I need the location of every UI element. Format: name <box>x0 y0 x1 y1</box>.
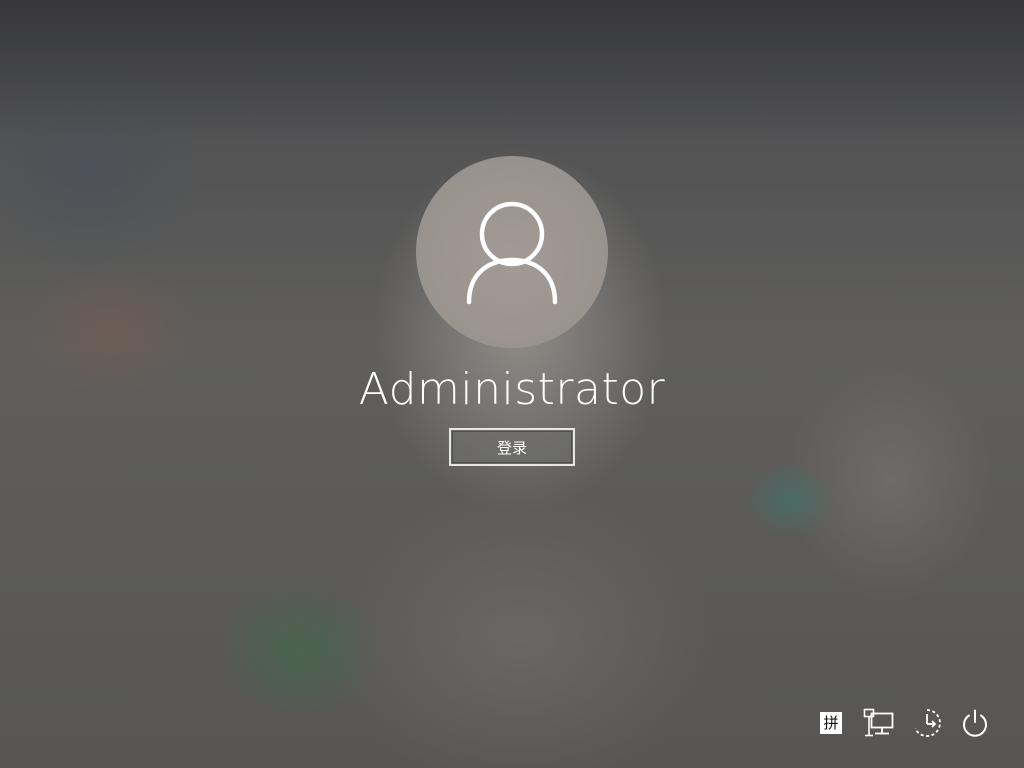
username-label: Administrator <box>358 364 666 415</box>
ime-indicator: 拼 <box>820 712 842 734</box>
power-icon <box>963 709 987 737</box>
ease-of-access-icon <box>914 709 941 737</box>
sign-in-button[interactable]: 登录 <box>449 428 575 466</box>
user-avatar <box>416 156 608 348</box>
network-button[interactable] <box>862 706 896 740</box>
lock-screen: Administrator 登录 拼 <box>0 0 1024 768</box>
user-silhouette-icon <box>466 201 558 305</box>
power-button[interactable] <box>958 706 992 740</box>
background-shade <box>0 0 1024 140</box>
network-icon <box>863 708 894 737</box>
input-method-button[interactable]: 拼 <box>814 706 848 740</box>
ease-of-access-button[interactable] <box>910 706 944 740</box>
lock-screen-tray: 拼 <box>810 706 992 740</box>
